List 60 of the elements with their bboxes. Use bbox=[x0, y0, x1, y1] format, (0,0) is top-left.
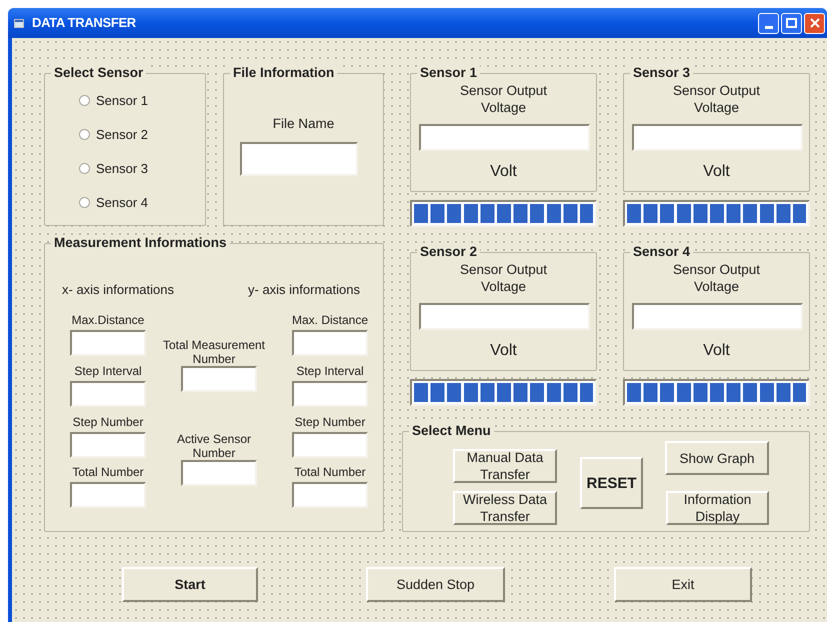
text-field[interactable] bbox=[292, 482, 368, 508]
maximize-button[interactable] bbox=[781, 12, 802, 34]
unit-label: Volt bbox=[489, 341, 518, 361]
text-field[interactable] bbox=[240, 142, 358, 176]
text-field[interactable] bbox=[70, 381, 146, 407]
text-field[interactable] bbox=[70, 432, 146, 458]
command-button[interactable]: Information Display bbox=[666, 491, 769, 525]
axis-label: y- axis informations bbox=[248, 281, 360, 299]
radio-button[interactable] bbox=[79, 197, 90, 208]
radio-button[interactable] bbox=[79, 95, 90, 106]
close-button[interactable] bbox=[804, 12, 825, 34]
unit-label: Volt bbox=[702, 341, 731, 361]
text-field[interactable] bbox=[70, 330, 146, 356]
field-label: Total Measurement Number bbox=[162, 338, 266, 366]
sensor-caption: Sensor Output Voltage bbox=[672, 261, 762, 295]
unit-label: Volt bbox=[702, 162, 731, 182]
field-label: Total Number bbox=[293, 465, 367, 479]
field-label: Step Interval bbox=[295, 364, 365, 378]
radio-option[interactable]: Sensor 3 bbox=[79, 159, 148, 178]
command-button[interactable]: RESET bbox=[580, 457, 643, 509]
command-button[interactable]: Sudden Stop bbox=[366, 567, 505, 602]
sensor-caption: Sensor Output Voltage bbox=[458, 82, 548, 116]
minimize-icon bbox=[764, 26, 772, 28]
text-field[interactable] bbox=[181, 460, 257, 486]
form-icon bbox=[14, 18, 24, 28]
field-label: Active Sensor Number bbox=[176, 432, 252, 460]
field-label: Step Number bbox=[294, 415, 366, 429]
text-field[interactable] bbox=[632, 303, 803, 330]
text-field[interactable] bbox=[181, 366, 257, 392]
field-label: Max. Distance bbox=[290, 313, 370, 327]
text-field[interactable] bbox=[292, 381, 368, 407]
command-button[interactable]: Wireless Data Transfer bbox=[453, 491, 557, 525]
command-button[interactable]: Exit bbox=[614, 567, 752, 602]
axis-label: x- axis informations bbox=[62, 281, 174, 299]
text-field[interactable] bbox=[419, 124, 590, 151]
sensor-caption: Sensor Output Voltage bbox=[458, 261, 548, 295]
unit-label: Volt bbox=[489, 162, 518, 182]
field-label: Total Number bbox=[71, 465, 145, 479]
radio-button[interactable] bbox=[79, 163, 90, 174]
field-label: Max.Distance bbox=[70, 313, 146, 327]
text-field[interactable] bbox=[292, 330, 368, 356]
command-button[interactable]: Show Graph bbox=[665, 441, 769, 475]
minimize-button[interactable] bbox=[758, 12, 779, 34]
window-title: DATA TRANSFER bbox=[32, 14, 136, 32]
file-name-label: File Name bbox=[272, 116, 336, 132]
field-label: Step Number bbox=[72, 415, 144, 429]
text-field[interactable] bbox=[292, 432, 368, 458]
radio-option[interactable]: Sensor 1 bbox=[79, 91, 148, 110]
close-icon bbox=[810, 18, 820, 28]
text-field[interactable] bbox=[632, 124, 803, 151]
command-button[interactable]: Manual Data Transfer bbox=[453, 449, 557, 483]
text-field[interactable] bbox=[70, 482, 146, 508]
field-label: Step Interval bbox=[73, 364, 143, 378]
text-field[interactable] bbox=[419, 303, 590, 330]
radio-option[interactable]: Sensor 4 bbox=[79, 193, 148, 212]
maximize-icon bbox=[786, 18, 797, 28]
radio-option[interactable]: Sensor 2 bbox=[79, 125, 148, 144]
command-button[interactable]: Start bbox=[122, 567, 258, 602]
radio-button[interactable] bbox=[79, 129, 90, 140]
sensor-caption: Sensor Output Voltage bbox=[672, 82, 762, 116]
